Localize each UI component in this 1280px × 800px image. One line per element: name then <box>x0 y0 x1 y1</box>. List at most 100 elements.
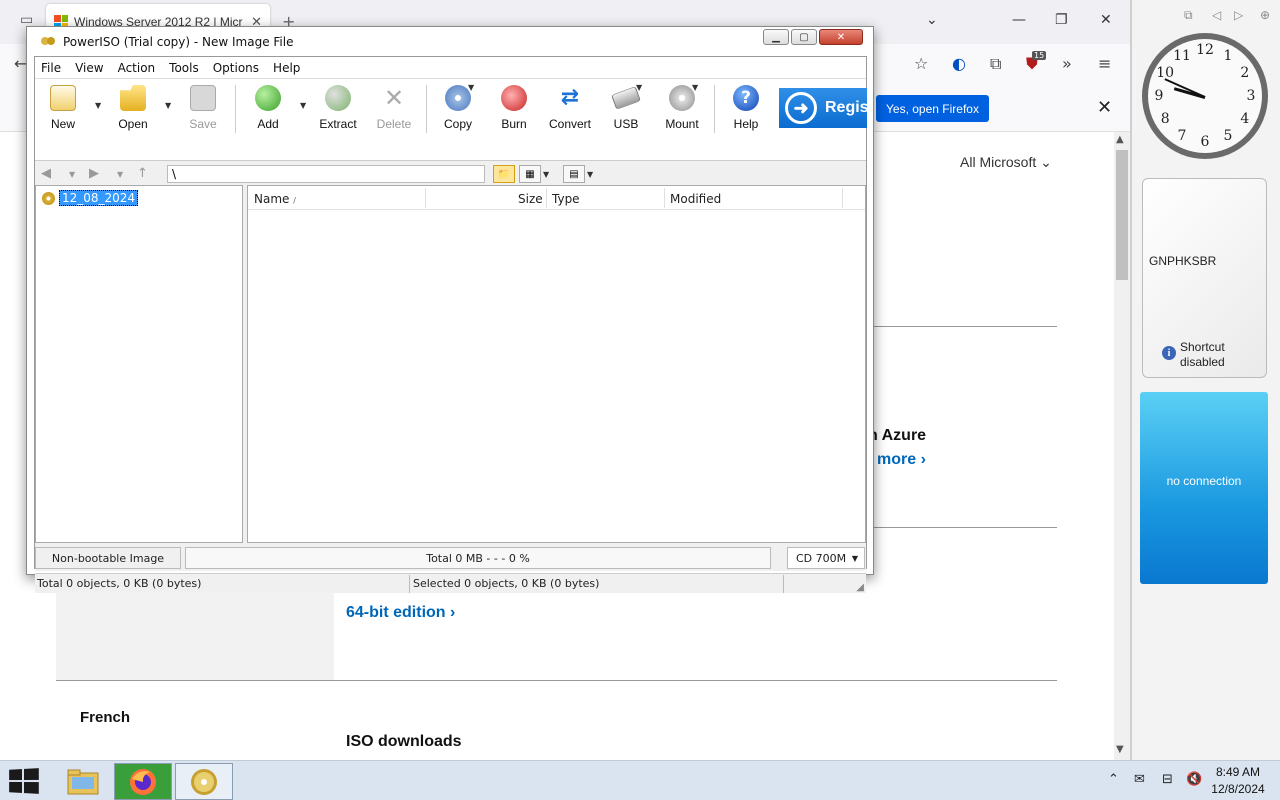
taskbar-file-explorer[interactable] <box>54 763 112 800</box>
open-dropdown-icon[interactable]: ▼ <box>165 101 171 110</box>
tree-root-node[interactable]: 12_08_2024 <box>42 190 139 206</box>
resize-grip-icon[interactable]: ◢ <box>856 582 864 593</box>
column-type[interactable]: Type <box>552 192 580 206</box>
up-folder-icon[interactable]: ↑ <box>137 166 148 181</box>
extensions-icon[interactable]: ⧉ <box>990 54 1001 74</box>
scrollbar-thumb[interactable] <box>1116 150 1128 280</box>
status-bar: Total 0 objects, 0 KB (0 bytes) Selected… <box>35 573 866 593</box>
hamburger-menu-icon[interactable]: ≡ <box>1098 54 1111 73</box>
menu-options[interactable]: Options <box>213 61 259 75</box>
add-icon <box>255 85 281 111</box>
clock-gadget[interactable]: 12 1 2 3 4 5 6 7 8 9 10 11 <box>1142 33 1268 159</box>
convert-icon: ⇄ <box>560 85 580 110</box>
start-button[interactable] <box>9 768 39 794</box>
restore-icon[interactable]: ❐ <box>1055 12 1068 28</box>
mount-dropdown-icon[interactable]: ▼ <box>692 83 698 92</box>
chevron-down-icon: ▼ <box>851 553 858 563</box>
column-name[interactable]: Name / <box>254 192 296 206</box>
back-icon[interactable]: ◀ <box>41 166 51 181</box>
scroll-down-icon[interactable]: ▼ <box>1116 744 1124 755</box>
tray-clock[interactable]: 8:49 AM 12/8/2024 <box>1206 764 1270 798</box>
menu-view[interactable]: View <box>75 61 103 75</box>
delete-button[interactable]: ✕ Delete <box>364 85 424 131</box>
taskbar-firefox[interactable] <box>114 763 172 800</box>
extract-button[interactable]: Extract <box>308 85 368 131</box>
convert-button[interactable]: ⇄ Convert <box>540 85 600 131</box>
close-icon[interactable]: ✕ <box>819 29 863 45</box>
tray-mail-icon[interactable]: ✉ <box>1134 772 1145 787</box>
selected-objects: Selected 0 objects, 0 KB (0 bytes) <box>413 577 600 590</box>
capacity-select[interactable]: CD 700M ▼ <box>787 547 865 569</box>
add-dropdown-icon[interactable]: ▼ <box>300 101 306 110</box>
save-icon <box>190 85 216 111</box>
menu-action[interactable]: Action <box>118 61 156 75</box>
back-dropdown-icon[interactable]: ▼ <box>69 170 75 179</box>
file-list[interactable]: Name / Size Type Modified <box>247 185 866 543</box>
bookmark-star-icon[interactable]: ☆ <box>914 54 928 73</box>
column-modified[interactable]: Modified <box>670 192 721 206</box>
gadget-prev-icon[interactable]: ◁ <box>1212 8 1221 22</box>
notification-close-icon[interactable]: ✕ <box>1097 97 1112 118</box>
close-icon[interactable]: ✕ <box>1100 12 1112 28</box>
open-firefox-button[interactable]: Yes, open Firefox <box>876 95 989 122</box>
learn-more-link[interactable]: more › <box>877 451 926 469</box>
save-button[interactable]: Save <box>173 85 233 131</box>
save-label: Save <box>189 117 217 131</box>
layout-dropdown-icon[interactable]: ▼ <box>587 170 593 179</box>
minimize-icon[interactable]: — <box>1012 12 1026 28</box>
gadget-plus-icon[interactable]: ⊕ <box>1260 8 1270 22</box>
folder-tree[interactable]: 12_08_2024 <box>35 185 243 543</box>
edition-link[interactable]: 64-bit edition › <box>346 604 455 622</box>
title-bar[interactable]: PowerISO (Trial copy) - New Image File ▁… <box>27 27 873 55</box>
clock-numeral: 3 <box>1246 88 1256 104</box>
capacity-progress: Total 0 MB - - - 0 % <box>185 547 771 569</box>
weather-gadget[interactable] <box>1140 392 1268 584</box>
list-view-icon[interactable]: ▦ <box>519 165 541 183</box>
column-size[interactable]: Size <box>518 192 543 206</box>
convert-label: Convert <box>548 117 592 131</box>
clock-numeral: 4 <box>1240 111 1250 127</box>
forward-icon[interactable]: ▶ <box>89 166 99 181</box>
file-explorer-icon <box>67 769 99 794</box>
column-separator <box>842 188 843 208</box>
layout-icon[interactable]: ▤ <box>563 165 585 183</box>
forward-dropdown-icon[interactable]: ▼ <box>117 170 123 179</box>
menu-bar: File View Action Tools Options Help <box>35 57 866 79</box>
new-button[interactable]: New <box>33 85 93 131</box>
menu-tools[interactable]: Tools <box>169 61 199 75</box>
maximize-icon[interactable]: ▢ <box>791 29 817 45</box>
burn-icon <box>501 85 527 111</box>
register-button[interactable]: ➜ Regis <box>779 88 867 128</box>
gadget-next-icon[interactable]: ▷ <box>1234 8 1243 22</box>
scroll-up-icon[interactable]: ▲ <box>1116 134 1124 145</box>
path-input[interactable]: \ <box>167 165 485 183</box>
copy-button[interactable]: Copy <box>428 85 488 131</box>
folder-view-icon[interactable]: 📁 <box>493 165 515 183</box>
mount-button[interactable]: Mount <box>652 85 712 131</box>
open-button[interactable]: Open <box>103 85 163 131</box>
help-icon: ? <box>733 85 759 111</box>
taskbar-poweriso[interactable] <box>175 763 233 800</box>
burn-button[interactable]: Burn <box>484 85 544 131</box>
usb-dropdown-icon[interactable]: ▼ <box>636 83 642 92</box>
new-dropdown-icon[interactable]: ▼ <box>95 101 101 110</box>
list-all-tabs-icon[interactable]: ⌄ <box>926 12 938 28</box>
copy-dropdown-icon[interactable]: ▼ <box>468 83 474 92</box>
poweriso-window: PowerISO (Trial copy) - New Image File ▁… <box>26 26 874 593</box>
menu-file[interactable]: File <box>41 61 61 75</box>
all-microsoft-menu[interactable]: All Microsoft ⌄ <box>960 154 1052 171</box>
tray-network-icon[interactable]: ⊟ <box>1162 772 1173 787</box>
view-dropdown-icon[interactable]: ▼ <box>543 170 549 179</box>
overflow-chevron-icon[interactable]: » <box>1062 54 1072 73</box>
usb-button[interactable]: USB <box>596 85 656 131</box>
info-icon: i <box>1162 346 1176 360</box>
tray-chevron-up-icon[interactable]: ⌃ <box>1108 772 1119 787</box>
tray-volume-muted-icon[interactable]: 🔇 <box>1186 772 1202 787</box>
minimize-icon[interactable]: ▁ <box>763 29 789 45</box>
gadget-add-icon[interactable]: ⧉ <box>1184 8 1193 23</box>
menu-help[interactable]: Help <box>273 61 300 75</box>
vpn-icon[interactable]: ◐ <box>952 54 966 73</box>
add-button[interactable]: Add <box>238 85 298 131</box>
boot-status: Non-bootable Image <box>35 547 181 569</box>
help-button[interactable]: ? Help <box>716 85 776 131</box>
